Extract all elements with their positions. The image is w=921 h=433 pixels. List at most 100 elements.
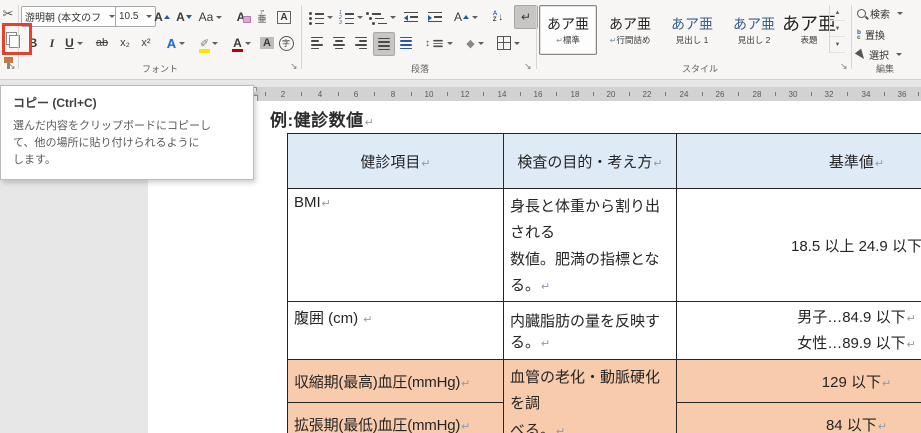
style-card-no-spacing[interactable]: あア亜 ↵行間詰め xyxy=(601,5,659,55)
cell-bmi-standard[interactable]: 18.5 以上 24.9 以下 xyxy=(676,188,921,302)
table-header-row: 健診項目↵ 検査の目的・考え方↵ 基準値↵ xyxy=(287,133,921,189)
text-effects-button[interactable]: A xyxy=(162,32,190,54)
multilevel-list-button[interactable] xyxy=(366,6,396,28)
ruler-number: 2 xyxy=(280,89,286,99)
style-scroll-up-button[interactable]: ▲ xyxy=(830,5,845,21)
cell-bmi-item[interactable]: BMI↵ xyxy=(287,188,504,302)
search-label: 検索 xyxy=(870,10,890,21)
phonetic-guide-button[interactable]: ア亜 xyxy=(254,5,270,27)
style-gallery-more-button[interactable]: ▼ xyxy=(830,37,845,53)
document-page: 例:健診数値↵ 健診項目↵ 検査の目的・考え方↵ 基準値↵ BMI↵ 身長と体重… xyxy=(148,101,921,433)
header-cell-standard[interactable]: 基準値↵ xyxy=(676,133,921,189)
bullet-list-button[interactable] xyxy=(307,6,335,28)
strikethrough-button[interactable]: ab xyxy=(91,32,113,54)
shrink-font-button[interactable]: A xyxy=(174,6,194,28)
subscript-button[interactable]: x₂ xyxy=(115,32,135,54)
align-left-icon xyxy=(311,35,323,51)
scale-text-icon: A xyxy=(453,10,462,24)
ruler-tick xyxy=(338,92,339,96)
ruler-number: 10 xyxy=(424,89,434,99)
cell-bp-purpose-merged[interactable]: 血管の老化・動脈硬化を調 べる。↵ xyxy=(503,359,677,433)
justify-button[interactable] xyxy=(373,32,395,56)
cut-button[interactable]: ✂ xyxy=(1,3,15,25)
ruler-tick xyxy=(629,92,630,96)
italic-button[interactable]: I xyxy=(44,32,60,54)
ruler-number: 8 xyxy=(390,89,396,99)
clear-formatting-button[interactable]: A xyxy=(231,6,251,28)
ruler-tick xyxy=(520,92,521,96)
header-cell-purpose[interactable]: 検査の目的・考え方↵ xyxy=(503,133,677,189)
styles-dialog-launcher[interactable]: ↘ xyxy=(840,61,848,71)
align-center-icon xyxy=(333,35,345,51)
cell-diastolic-standard[interactable]: 84 以下↵ xyxy=(676,402,921,433)
styles-group-label: スタイル xyxy=(681,64,718,74)
style-scroll-down-button[interactable]: ▼ xyxy=(830,21,845,37)
replace-button[interactable]: bc 置換 xyxy=(857,27,885,42)
ruler-number: 30 xyxy=(788,89,798,99)
cell-systolic-item[interactable]: 収縮期(最高)血圧(mmHg)↵ xyxy=(287,358,504,404)
grow-font-button[interactable]: A xyxy=(152,6,172,28)
multilevel-list-icon xyxy=(366,10,387,25)
line-spacing-button[interactable]: ↕ xyxy=(424,32,454,54)
italic-icon: I xyxy=(49,36,55,50)
show-formatting-marks-button[interactable]: ↵ xyxy=(514,5,538,29)
cell-waist-purpose[interactable]: 内臓脂肪の量を反映する。↵ xyxy=(503,301,677,360)
decrease-indent-button[interactable] xyxy=(400,6,422,28)
highlight-color-button[interactable]: ✐ xyxy=(194,32,224,54)
align-right-button[interactable] xyxy=(351,32,371,54)
paragraph-mark-icon: ↵ xyxy=(520,10,532,24)
numbered-list-button[interactable] xyxy=(337,6,365,28)
enclose-characters-button[interactable]: 字 xyxy=(277,32,295,54)
character-shading-button[interactable]: A xyxy=(258,32,276,54)
ruler-tick xyxy=(847,92,848,96)
font-dialog-launcher[interactable]: ↘ xyxy=(290,61,298,71)
asian-layout-button[interactable]: A xyxy=(451,6,481,28)
ruler-tick xyxy=(447,92,448,96)
character-border-button[interactable]: A xyxy=(274,6,294,28)
shading-button[interactable]: ◆ xyxy=(461,32,489,54)
horizontal-ruler[interactable]: 246810121416182022242628303234362 xyxy=(148,87,921,103)
search-button[interactable]: 検索 xyxy=(857,6,903,21)
increase-indent-button[interactable] xyxy=(424,6,446,28)
paragraph-group-label: 段落 xyxy=(410,64,429,74)
header-cell-item[interactable]: 健診項目↵ xyxy=(287,133,504,189)
underline-button[interactable]: U xyxy=(61,32,87,54)
paragraph-dialog-launcher[interactable]: ↘ xyxy=(524,61,532,71)
copy-tooltip: コピー (Ctrl+C) 選んだ内容をクリップボードにコピーし て、他の場所に貼… xyxy=(0,85,254,181)
ruler-number: 20 xyxy=(606,89,616,99)
distribute-button[interactable] xyxy=(396,32,416,54)
font-size-value: 10.5 xyxy=(119,11,139,22)
sort-icon: A Z ↓ xyxy=(492,11,504,23)
ruler-number: 34 xyxy=(861,89,871,99)
ruler-number: 36 xyxy=(897,89,907,99)
increase-indent-icon xyxy=(428,11,442,23)
ruler-tick xyxy=(775,92,776,96)
font-size-combo[interactable]: 10.5 xyxy=(115,6,156,27)
ribbon-home-tab: ✂ ↘ 游明朝 (本文のフ 10.5 A A Aa A ア亜 A B I U a… xyxy=(0,0,921,80)
cell-waist-item[interactable]: 腹囲 (cm) ↵ xyxy=(287,301,504,360)
ruler-number: 32 xyxy=(824,89,834,99)
align-center-button[interactable] xyxy=(329,32,349,54)
decrease-indent-icon xyxy=(404,11,418,23)
superscript-button[interactable]: x² xyxy=(136,32,156,54)
font-name-combo[interactable]: 游明朝 (本文のフ xyxy=(21,6,119,27)
font-color-button[interactable]: A xyxy=(228,32,256,54)
cell-systolic-standard[interactable]: 129 以下↵ xyxy=(676,358,921,404)
style-card-normal[interactable]: あア亜 ↵標準 xyxy=(539,5,597,55)
sort-button[interactable]: A Z ↓ xyxy=(486,6,510,28)
style-card-title[interactable]: あア亜 表題 xyxy=(782,5,836,55)
style-card-heading2[interactable]: あア亜 見出し 2 xyxy=(725,5,783,55)
align-left-button[interactable] xyxy=(307,32,327,54)
style-card-heading1[interactable]: あア亜 見出し 1 xyxy=(663,5,721,55)
font-group-label: フォント xyxy=(141,64,178,74)
change-case-button[interactable]: Aa xyxy=(197,6,224,28)
clipboard-dialog-launcher[interactable]: ↘ xyxy=(8,61,16,71)
borders-button[interactable] xyxy=(493,32,523,54)
text-effects-icon: A xyxy=(166,35,177,51)
justify-icon xyxy=(378,36,390,52)
cell-waist-standard[interactable]: 男子…84.9 以下↵ 女性…89.9 以下↵ xyxy=(676,301,921,360)
cell-diastolic-item[interactable]: 拡張期(最低)血圧(mmHg)↵ xyxy=(287,402,504,433)
document-heading[interactable]: 例:健診数値↵ xyxy=(270,106,374,131)
cell-bmi-purpose[interactable]: 身長と体重から割り出される 数値。肥満の指標となる。↵ xyxy=(503,188,677,302)
select-button[interactable]: 選択 xyxy=(854,47,902,62)
